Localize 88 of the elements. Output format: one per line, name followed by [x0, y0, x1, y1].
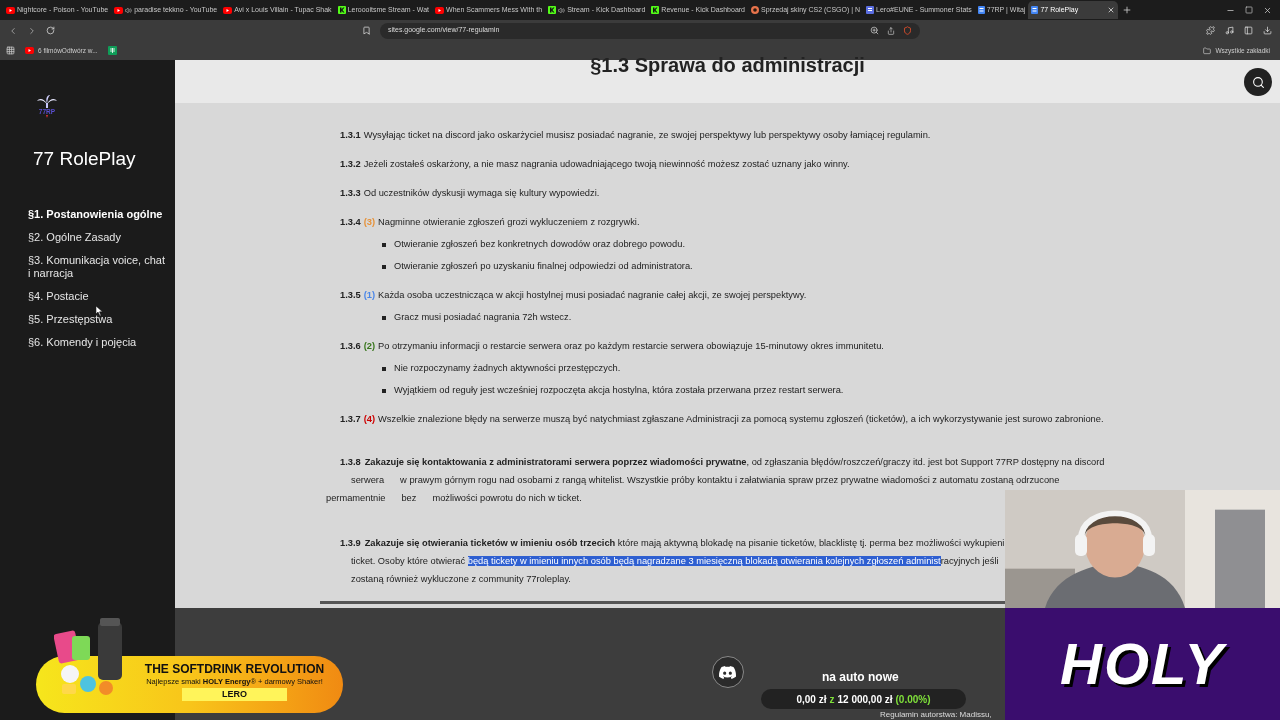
rule-text: permamentnie [326, 492, 386, 506]
bullet-icon [382, 243, 386, 247]
close-icon[interactable] [1263, 5, 1272, 15]
folder-icon [1203, 46, 1212, 55]
cursor-icon [96, 306, 103, 316]
rule-text: serwera [351, 474, 385, 488]
bookmark-item[interactable] [107, 46, 117, 55]
bullet-icon [382, 316, 386, 320]
nav-link[interactable]: §1. Postanowienia ogólne [28, 207, 170, 221]
sponsor-logo: HOLY [1060, 634, 1225, 694]
tile-icon [651, 6, 660, 14]
rule-text: w prawym górnym rogu nad osobami z rangą whitelist. Wszystkie próby kontaktu i załatwiania spraw przez prywatne wiadomości z automatu zostaną odrzucone [400, 474, 1060, 488]
tile-icon [337, 6, 346, 14]
rule-text: bez [401, 492, 417, 506]
rule-text: Nagminne otwieranie zgłoszeń grozi wykluczeniem z rozgrywki. [378, 216, 640, 230]
zoom-icon[interactable] [870, 26, 879, 35]
nav-link[interactable]: §4. Postacie [28, 289, 170, 303]
rule-text: Po otrzymaniu informacji o restarcie serwera oraz po każdym restarcie serwera obowiązuje 15-minutowy okres immunitetu. [378, 340, 884, 354]
rule-text: zostaną również wykluczone z community 77roleplay. [351, 573, 571, 587]
sidebar-icon[interactable] [1244, 26, 1253, 35]
music-icon[interactable] [1225, 26, 1234, 35]
rule-text: Jeżeli zostałeś oskarżony, a nie masz nagrania udowadniającego twoją niewinność możesz zostać uznany jako winny. [363, 158, 850, 172]
severity-label: (1) [363, 289, 376, 303]
video-play-icon [6, 6, 15, 14]
rule-text: Zakazuje się kontaktowania z administratorami serwera poprzez wiadomości prywatne, od zgłaszania błędów/roszczeń/graczy itd. jest bot Support 77RP dostępny na discord [364, 456, 1105, 470]
promo-code: LERO [182, 688, 287, 702]
circle-icon [751, 6, 759, 14]
goal-title: na auto nowe [822, 669, 899, 686]
goal-bar: 0,00 zł z 12 000,00 zł (0.00%) [761, 689, 966, 709]
site-title: 77 RolePlay [33, 147, 137, 171]
rule-text: Od uczestników dyskusji wymaga się kultury wypowiedzi. [363, 187, 600, 201]
nav-link[interactable]: §2. Ogólne Zasady [28, 230, 170, 244]
rule-text: Wysyłając ticket na discord jako oskarżyciel musisz posiadać nagranie, ze swojej perspektywy lub perspektywy osoby łamiącej regulamin. [363, 129, 931, 143]
video-play-icon [435, 6, 445, 14]
maximize-icon[interactable] [1245, 6, 1253, 14]
bullet-text: Nie rozpoczynamy żadnych aktywności przestępczych. [394, 362, 621, 376]
extensions-icon[interactable] [1206, 26, 1215, 35]
rule-text: Zakazuje się otwierania ticketów w imieniu osób trzecich które mają aktywną blokadę na pisanie ticketów, blacklistę tj. perma bez możliwości wykupieni [364, 537, 1005, 551]
section-heading: §1.3 Sprawa do administracji [590, 55, 865, 75]
search-button[interactable] [1244, 68, 1272, 96]
bullet-icon [382, 265, 386, 269]
rule-number: 1.3.1 [340, 129, 361, 143]
severity-label: (2) [363, 340, 376, 354]
apps-icon[interactable] [6, 46, 15, 55]
bullet-text: Gracz musi posiadać nagrania 72h wstecz. [394, 311, 572, 325]
rule-number: 1.3.6 [340, 340, 361, 354]
credit-text: Regulamin autorstwa: Madissu, [880, 710, 992, 720]
forward-icon[interactable] [27, 25, 37, 36]
severity-label: (3) [363, 216, 376, 230]
search-icon [1251, 75, 1265, 89]
rule-text: możliwości powrotu do nich w ticket. [432, 492, 582, 506]
video-play-icon [223, 6, 233, 14]
tile-icon [548, 6, 557, 14]
promo-headline: THE SOFTDRINK REVOLUTION [144, 662, 325, 676]
discord-icon [719, 663, 736, 681]
video-play-icon [114, 6, 124, 14]
bullet-text: Otwieranie zgłoszeń bez konkretnych dowodów oraz dobrego powodu. [394, 238, 685, 252]
nav-link[interactable]: §5. Przestępstwa [28, 312, 170, 326]
rule-number: 1.3.3 [340, 187, 361, 201]
page-icon [1031, 6, 1039, 14]
reload-icon[interactable] [46, 26, 55, 35]
rule-number: 1.3.8 [340, 456, 361, 470]
rule-number: 1.3.4 [340, 216, 361, 230]
spreadsheet-icon [107, 46, 117, 55]
bullet-icon [382, 367, 386, 371]
rule-text: Każda osoba uczestnicząca w akcji hostylnej musi posiadać nagranie całej akcji, ze swojej perspektywy. [378, 289, 807, 303]
back-icon[interactable] [8, 25, 18, 36]
shield-icon[interactable] [903, 26, 912, 35]
video-play-icon [25, 47, 34, 54]
download-icon[interactable] [1263, 26, 1272, 35]
page-icon [977, 6, 985, 14]
share-icon[interactable] [887, 26, 895, 35]
bullet-text: Otwieranie zgłoszeń po uzyskaniu finalnej odpowiedzi od administratora. [394, 260, 693, 274]
nav-link[interactable]: §3. Komunikacja voice, chat i narracja [28, 253, 170, 280]
rule-number: 1.3.9 [340, 537, 361, 551]
rule-text: Wszelkie znalezione błędy na serwerze muszą być natychmiast zgłaszane Administracji za pomocą systemu zgłoszeń (ticketów), a ich wykorzystywanie jest surowo zabronione. [378, 413, 1104, 427]
severity-label: (4) [363, 413, 376, 427]
bookmark-icon[interactable] [362, 26, 371, 35]
bullet-text: Wyjątkiem od reguły jest wcześniej rozpoczęta akcja hostylna, która została przerwana przez restart serwera. [394, 384, 844, 398]
rule-number: 1.3.7 [340, 413, 361, 427]
discord-button[interactable] [711, 656, 744, 688]
bullet-icon [382, 389, 386, 393]
rule-number: 1.3.2 [340, 158, 361, 172]
rule-number: 1.3.5 [340, 289, 361, 303]
new-tab-icon[interactable] [1122, 5, 1133, 15]
close-icon[interactable] [1107, 6, 1116, 14]
nav-link[interactable]: §6. Komendy i pojęcia [28, 335, 170, 349]
document-icon [866, 6, 875, 14]
